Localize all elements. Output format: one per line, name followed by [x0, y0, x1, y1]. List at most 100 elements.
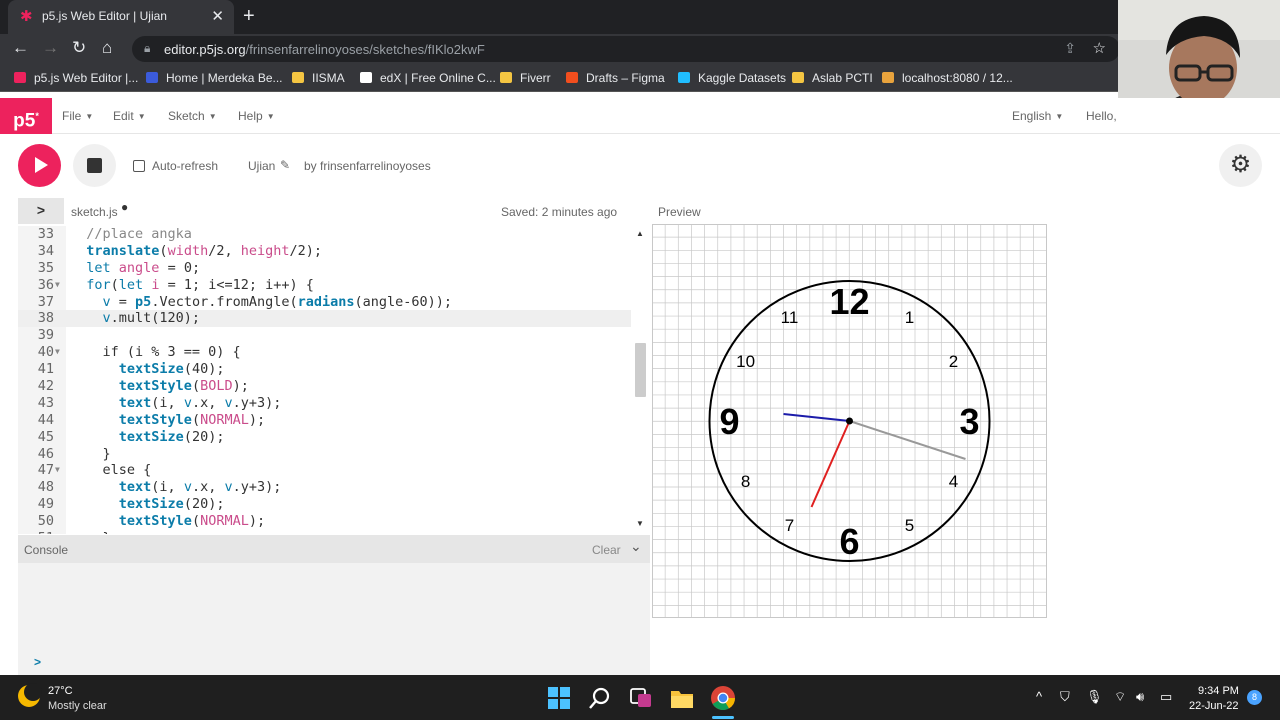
code-line[interactable]: 42 textStyle(BOLD); — [18, 378, 650, 395]
task-view-icon[interactable] — [628, 685, 654, 711]
code-line[interactable]: 48 text(i, v.x, v.y+3); — [18, 479, 650, 496]
bookmark-item[interactable]: Kaggle Datasets — [678, 71, 786, 85]
code-text[interactable]: if (i % 3 == 0) { — [70, 344, 241, 361]
code-lines[interactable]: 33 //place angka 34 translate(width/2, he… — [18, 226, 650, 534]
editor-scroll-thumb[interactable] — [635, 343, 646, 397]
code-line[interactable]: 40 ▼ if (i % 3 == 0) { — [18, 344, 650, 361]
code-text[interactable]: for(let i = 1; i<=12; i++) { — [70, 277, 314, 294]
menu-edit[interactable]: Edit ▼ — [113, 109, 146, 123]
code-text[interactable]: textStyle(BOLD); — [70, 378, 249, 395]
forward-icon[interactable]: → — [42, 38, 59, 58]
battery-icon[interactable]: ▭ — [1160, 689, 1172, 705]
notification-badge[interactable]: 8 — [1247, 690, 1262, 705]
preview-canvas[interactable]: 1 2 3 4 5 6 7 8 9 10 11 12 — [651, 223, 1047, 618]
project-owner[interactable]: by frinsenfarrelinoyoses — [304, 159, 431, 173]
weather-condition[interactable]: Mostly clear — [48, 700, 107, 712]
windows-start-icon[interactable] — [546, 685, 572, 711]
code-text[interactable]: v = p5.Vector.fromAngle(radians(angle-60… — [70, 294, 453, 311]
search-icon[interactable] — [587, 685, 613, 711]
code-text[interactable]: let angle = 0; — [70, 260, 200, 277]
bookmark-item[interactable]: edX | Free Online C... — [360, 71, 496, 85]
edit-pencil-icon[interactable]: ✎ — [280, 158, 290, 172]
sidebar-toggle-chevron-icon[interactable]: > — [18, 198, 64, 224]
settings-gear-icon[interactable]: ⚙ — [1219, 144, 1262, 187]
tray-overflow-chevron-icon[interactable]: ^ — [1036, 689, 1042, 704]
user-greeting[interactable]: Hello, — [1086, 109, 1117, 123]
code-text[interactable]: text(i, v.x, v.y+3); — [70, 395, 282, 412]
code-line[interactable]: 45 textSize(20); — [18, 429, 650, 446]
bookmark-item[interactable]: p5.js Web Editor |... — [14, 71, 138, 85]
code-line[interactable]: 33 //place angka — [18, 226, 650, 243]
code-text[interactable]: //place angka — [70, 226, 192, 243]
wifi-icon[interactable]: ⌔ — [1114, 689, 1126, 705]
bookmark-item[interactable]: Aslab PCTI — [792, 71, 873, 85]
code-text[interactable]: textStyle(NORMAL); — [70, 513, 265, 530]
reload-icon[interactable]: ↻ — [72, 38, 86, 58]
p5-logo[interactable]: p5* — [0, 98, 52, 134]
volume-icon[interactable]: 🔊︎ — [1136, 689, 1144, 705]
console-clear-button[interactable]: Clear — [592, 543, 621, 557]
console-body[interactable]: > — [18, 563, 650, 675]
play-button[interactable] — [18, 144, 61, 187]
project-name[interactable]: Ujian — [248, 159, 275, 173]
code-text[interactable]: textSize(20); — [70, 496, 225, 513]
security-icon[interactable]: ⛉ — [1060, 689, 1070, 705]
code-line[interactable]: 41 textSize(40); — [18, 361, 650, 378]
menu-file[interactable]: File ▼ — [62, 109, 93, 123]
scroll-up-arrow-icon[interactable]: ▲ — [636, 229, 644, 238]
bookmark-star-icon[interactable]: ☆ — [1093, 39, 1106, 57]
microphone-icon[interactable]: 🎙︎ — [1086, 689, 1103, 705]
code-text[interactable]: } — [70, 530, 111, 534]
code-line[interactable]: 47 ▼ else { — [18, 462, 650, 479]
stop-button[interactable] — [73, 144, 116, 187]
code-line[interactable]: 49 textSize(20); — [18, 496, 650, 513]
code-line[interactable]: 44 textStyle(NORMAL); — [18, 412, 650, 429]
fold-arrow-icon[interactable]: ▼ — [55, 462, 60, 479]
code-line[interactable]: 34 translate(width/2, height/2); — [18, 243, 650, 260]
console-prompt[interactable]: > — [34, 655, 41, 669]
address-bar[interactable]: 🔒︎ editor.p5js.org/frinsenfarrelinoyoses… — [132, 36, 1120, 62]
browser-tab[interactable]: ✱ p5.js Web Editor | Ujian ✕ — [8, 0, 234, 34]
console-collapse-chevron-icon[interactable]: ⌄ — [630, 538, 642, 555]
system-date[interactable]: 22-Jun-22 — [1189, 700, 1239, 712]
code-text[interactable]: v.mult(120); — [70, 310, 201, 327]
code-line[interactable]: 43 text(i, v.x, v.y+3); — [18, 395, 650, 412]
code-line[interactable]: 37 v = p5.Vector.fromAngle(radians(angle… — [18, 294, 650, 311]
bookmark-item[interactable]: Fiverr — [500, 71, 551, 85]
bookmark-item[interactable]: Drafts – Figma — [566, 71, 665, 85]
code-editor[interactable]: 33 //place angka 34 translate(width/2, he… — [18, 226, 650, 534]
fold-arrow-icon[interactable]: ▼ — [55, 344, 60, 361]
auto-refresh-checkbox[interactable] — [133, 160, 145, 172]
code-text[interactable]: translate(width/2, height/2); — [70, 243, 322, 260]
code-line[interactable]: 51 } — [18, 530, 650, 534]
code-line[interactable]: 35 let angle = 0; — [18, 260, 650, 277]
fold-arrow-icon[interactable]: ▼ — [55, 277, 60, 294]
share-icon[interactable]: ⇪ — [1064, 40, 1076, 57]
code-line[interactable]: 46 } — [18, 446, 650, 463]
bookmark-item[interactable]: IISMA — [292, 71, 345, 85]
scroll-down-arrow-icon[interactable]: ▼ — [636, 519, 644, 528]
code-text[interactable]: textStyle(NORMAL); — [70, 412, 265, 429]
weather-temp[interactable]: 27°C — [48, 685, 73, 697]
file-explorer-icon[interactable] — [669, 685, 695, 711]
code-text[interactable]: text(i, v.x, v.y+3); — [70, 479, 282, 496]
new-tab-icon[interactable]: + — [243, 5, 255, 28]
bookmark-item[interactable]: Home | Merdeka Be... — [146, 71, 283, 85]
weather-moon-icon[interactable] — [18, 683, 42, 707]
code-text[interactable]: textSize(20); — [70, 429, 225, 446]
back-icon[interactable]: ← — [12, 38, 29, 58]
code-text[interactable]: else { — [70, 462, 152, 479]
code-line[interactable]: 50 textStyle(NORMAL); — [18, 513, 650, 530]
code-line[interactable]: 38 v.mult(120); — [18, 310, 650, 328]
code-text[interactable]: textSize(40); — [70, 361, 225, 378]
file-name[interactable]: sketch.js — [71, 205, 118, 219]
menu-sketch[interactable]: Sketch ▼ — [168, 109, 217, 123]
close-tab-icon[interactable]: ✕ — [211, 7, 224, 25]
system-time[interactable]: 9:34 PM — [1198, 685, 1239, 697]
home-icon[interactable]: ⌂ — [102, 38, 112, 58]
bookmark-item[interactable]: localhost:8080 / 12... — [882, 71, 1013, 85]
language-select[interactable]: English ▼ — [1012, 109, 1063, 123]
code-line[interactable]: 39 — [18, 327, 650, 344]
menu-help[interactable]: Help ▼ — [238, 109, 275, 123]
code-line[interactable]: 36 ▼ for(let i = 1; i<=12; i++) { — [18, 277, 650, 294]
